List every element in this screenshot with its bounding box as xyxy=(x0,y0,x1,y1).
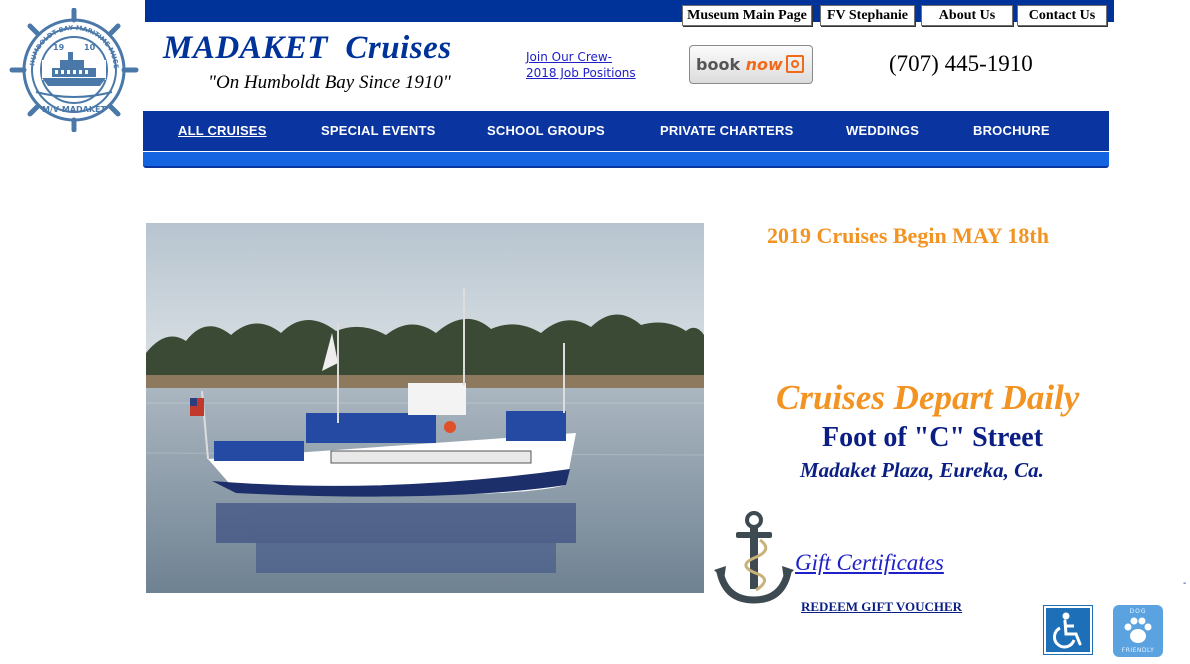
nav-special-events[interactable]: SPECIAL EVENTS xyxy=(321,123,436,138)
museum-main-page-button[interactable]: Museum Main Page xyxy=(682,5,812,26)
boat-photo xyxy=(146,223,704,593)
fv-stephanie-button[interactable]: FV Stephanie xyxy=(820,5,915,26)
dog-friendly-badge[interactable]: DOG FRIENDLY xyxy=(1113,605,1163,657)
nav-underline-bar xyxy=(143,152,1109,168)
logo-year-left: 19 xyxy=(53,43,65,52)
season-announcement: 2019 Cruises Begin MAY 18th xyxy=(767,223,1049,248)
contact-us-button[interactable]: Contact Us xyxy=(1017,5,1107,26)
gift-certificates-link[interactable]: Gift Certificates xyxy=(795,550,944,576)
logo-year-right: 10 xyxy=(84,43,96,52)
book-now-word2: now xyxy=(745,55,783,74)
dog-badge-bottom-text: FRIENDLY xyxy=(1121,647,1155,654)
nav-private-charters[interactable]: PRIVATE CHARTERS xyxy=(660,123,793,138)
book-now-button[interactable]: book now xyxy=(689,45,813,84)
nav-school-groups[interactable]: SCHOOL GROUPS xyxy=(487,123,605,138)
nav-weddings[interactable]: WEDDINGS xyxy=(846,123,919,138)
madaket-seal-logo[interactable]: HUMBOLDT BAY MARITIME MUSEUM 19 10 M/V M… xyxy=(5,2,140,133)
about-us-button[interactable]: About Us xyxy=(921,5,1013,26)
book-now-icon xyxy=(786,55,804,73)
redeem-gift-voucher-link[interactable]: REDEEM GIFT VOUCHER xyxy=(801,599,962,615)
phone-number: (707) 445-1910 xyxy=(889,51,1033,76)
logo-ring-bottom-text: M/V MADAKET xyxy=(42,105,107,114)
main-navigation: ALL CRUISES SPECIAL EVENTS SCHOOL GROUPS… xyxy=(143,111,1109,151)
book-now-word1: book xyxy=(696,55,741,74)
depart-plaza: Madaket Plaza, Eureka, Ca. xyxy=(800,458,1044,482)
ship-wheel-logo: HUMBOLDT BAY MARITIME MUSEUM 19 10 M/V M… xyxy=(5,2,139,133)
site-title: MADAKET Cruises xyxy=(163,30,452,66)
nav-all-cruises[interactable]: ALL CRUISES xyxy=(178,123,267,138)
anchor-icon xyxy=(714,510,794,608)
stray-mark: - xyxy=(1183,578,1187,589)
wheelchair-icon[interactable] xyxy=(1043,605,1093,655)
join-crew-link-line2: 2018 Job Positions xyxy=(526,66,636,80)
site-tagline: "On Humboldt Bay Since 1910" xyxy=(208,72,451,93)
depart-street: Foot of "C" Street xyxy=(822,422,1044,453)
depart-headline: Cruises Depart Daily xyxy=(776,378,1080,417)
dog-badge-top-text: DOG xyxy=(1129,608,1147,615)
join-crew-link-line1: Join Our Crew- xyxy=(526,50,613,64)
nav-brochure[interactable]: BROCHURE xyxy=(973,123,1050,138)
join-crew-link[interactable]: Join Our Crew- 2018 Job Positions xyxy=(526,49,636,81)
